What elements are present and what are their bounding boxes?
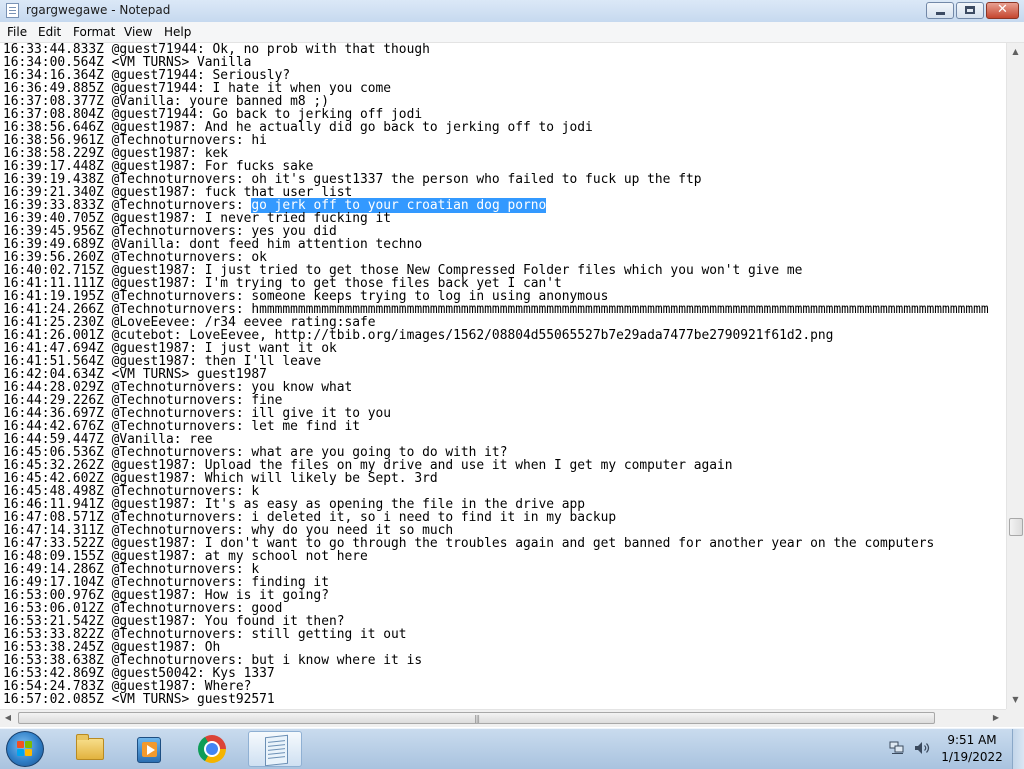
folder-icon bbox=[76, 734, 104, 760]
title-bar[interactable]: rgargwegawe - Notepad ✕ bbox=[0, 0, 1024, 23]
show-desktop-button[interactable] bbox=[1012, 729, 1024, 769]
menu-edit[interactable]: Edit bbox=[38, 25, 61, 39]
taskbar-chrome-button[interactable] bbox=[185, 731, 239, 767]
taskbar: 9:51 AM 1/19/2022 bbox=[0, 728, 1024, 769]
close-button[interactable]: ✕ bbox=[986, 2, 1019, 19]
menu-format[interactable]: Format bbox=[73, 25, 115, 39]
notepad-window: rgargwegawe - Notepad ✕ File Edit Format… bbox=[0, 0, 1024, 728]
taskbar-media-player-button[interactable] bbox=[122, 731, 176, 767]
notepad-app-icon[interactable] bbox=[6, 3, 19, 18]
menu-file[interactable]: File bbox=[7, 25, 27, 39]
close-icon: ✕ bbox=[997, 2, 1008, 17]
taskbar-explorer-button[interactable] bbox=[62, 731, 116, 767]
menu-view[interactable]: View bbox=[124, 25, 152, 39]
scroll-grip-icon: ||| bbox=[474, 714, 480, 723]
clock-date[interactable]: 1/19/2022 bbox=[940, 750, 1004, 764]
scroll-left-arrow-icon[interactable]: ◀ bbox=[3, 713, 13, 722]
media-player-icon bbox=[137, 737, 161, 763]
menu-bar: File Edit Format View Help bbox=[0, 22, 1024, 43]
minimize-icon bbox=[936, 12, 945, 15]
scroll-right-arrow-icon[interactable]: ▶ bbox=[990, 713, 1002, 722]
vertical-scrollbar[interactable]: ▲ ▼ bbox=[1006, 43, 1024, 709]
volume-icon[interactable] bbox=[914, 741, 932, 755]
maximize-button[interactable] bbox=[956, 2, 984, 19]
vertical-scroll-thumb[interactable] bbox=[1009, 518, 1023, 536]
start-button[interactable] bbox=[6, 731, 44, 767]
minimize-button[interactable] bbox=[926, 2, 954, 19]
text-line: 16:57:02.085Z <VM TURNS> guest92571 bbox=[3, 692, 275, 707]
text-editor[interactable]: 16:33:44.833Z @guest71944: Ok, no prob w… bbox=[0, 43, 1006, 709]
horizontal-scroll-thumb[interactable]: ||| bbox=[18, 712, 935, 724]
clock-time[interactable]: 9:51 AM bbox=[940, 733, 1004, 747]
window-title: rgargwegawe - Notepad bbox=[26, 3, 171, 17]
scroll-down-arrow-icon[interactable]: ▼ bbox=[1007, 695, 1024, 704]
scroll-corner bbox=[1006, 709, 1024, 727]
menu-help[interactable]: Help bbox=[164, 25, 191, 39]
scroll-up-arrow-icon[interactable]: ▲ bbox=[1007, 47, 1024, 56]
windows-logo-icon bbox=[17, 741, 33, 757]
maximize-icon bbox=[965, 6, 975, 14]
network-icon[interactable] bbox=[889, 741, 905, 755]
chrome-icon bbox=[198, 735, 226, 763]
notepad-icon bbox=[265, 734, 288, 767]
taskbar-notepad-button[interactable] bbox=[248, 731, 302, 767]
horizontal-scrollbar[interactable]: ◀ ||| ▶ bbox=[0, 709, 1006, 727]
